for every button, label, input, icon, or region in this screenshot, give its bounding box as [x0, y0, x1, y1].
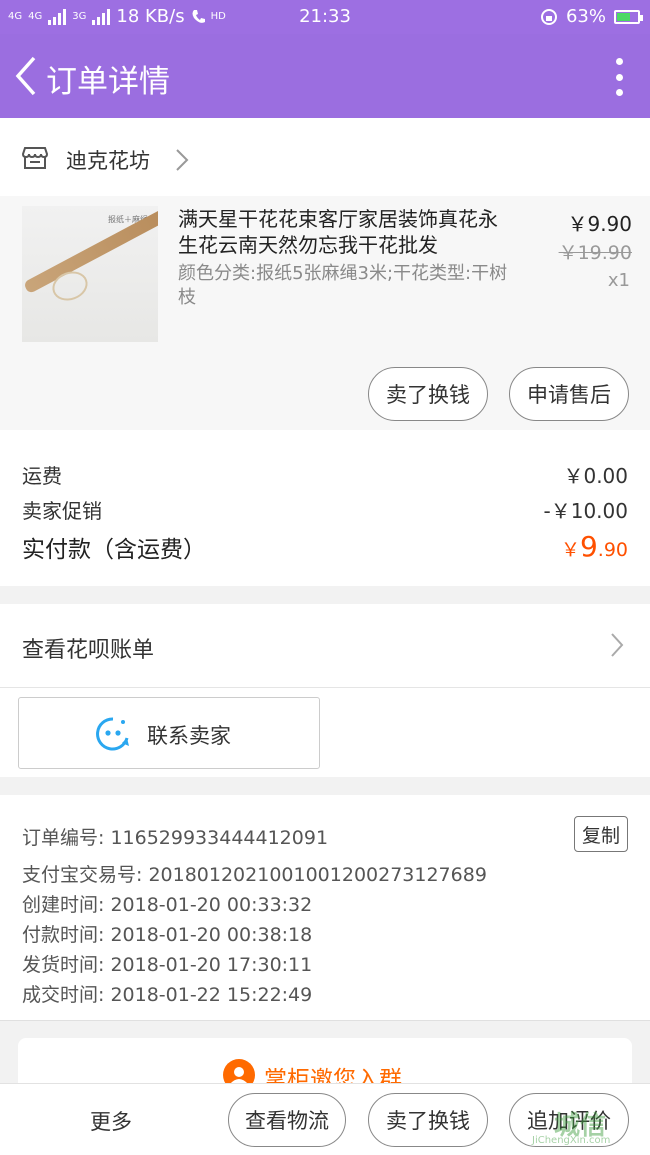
after-sale-button[interactable]: 申请售后	[509, 367, 629, 421]
battery-fill	[617, 12, 630, 21]
paid-label: 实付款（含运费）	[22, 537, 206, 563]
product-image[interactable]: 报纸＋麻绳	[22, 206, 158, 342]
order-number: 订单编号: 116529933444412091	[22, 827, 329, 849]
promo-value: -￥10.00	[543, 499, 628, 523]
order-info: 订单编号: 116529933444412091 复制 支付宝交易号: 2018…	[0, 795, 650, 1021]
promo-label: 卖家促销	[22, 499, 102, 523]
shop-name: 迪克花坊	[66, 149, 150, 173]
page-title: 订单详情	[46, 64, 170, 100]
more-menu-icon[interactable]	[614, 58, 624, 96]
view-logistics-button[interactable]: 查看物流	[228, 1093, 346, 1147]
more-button[interactable]: 更多	[90, 1106, 132, 1136]
alipay-trade-number: 支付宝交易号: 2018012021001001200273127689	[22, 864, 487, 886]
header: 订单详情	[0, 34, 650, 118]
order-item: 报纸＋麻绳 满天星干花花束客厅家居装饰真花永生花云南天然勿忘我干花批发 颜色分类…	[0, 196, 650, 430]
original-price: ￥19.90	[558, 242, 632, 264]
rotation-lock-icon	[540, 8, 557, 25]
battery-percent: 63%	[565, 6, 606, 27]
paid-time: 付款时间: 2018-01-20 00:38:18	[22, 924, 313, 946]
chevron-right-icon	[611, 633, 624, 657]
product-price: ￥9.90	[567, 212, 632, 236]
site-watermark: 城信 JiChengXin.com	[528, 1103, 646, 1149]
huabei-bill-row[interactable]: 查看花呗账单	[0, 604, 650, 688]
contact-seller-label: 联系卖家	[147, 724, 231, 748]
sell-button[interactable]: 卖了换钱	[368, 367, 488, 421]
completed-time: 成交时间: 2018-01-22 15:22:49	[22, 984, 313, 1006]
watermark-url: JiChengXin.com	[532, 1135, 611, 1146]
shipped-time: 发货时间: 2018-01-20 17:30:11	[22, 954, 313, 976]
chevron-right-icon	[176, 149, 189, 171]
status-right: 63%	[540, 6, 643, 27]
chat-face-icon	[96, 717, 129, 751]
paid-amount: ￥9.90	[561, 530, 628, 564]
paid-row: 实付款（含运费） ￥9.90	[22, 530, 628, 564]
huabei-bill-label: 查看花呗账单	[22, 638, 155, 663]
paid-integer: 9	[579, 530, 598, 563]
product-sku: 颜色分类:报纸5张麻绳3米;干花类型:干树枝	[178, 263, 508, 308]
product-quantity: x1	[607, 270, 630, 291]
product-title[interactable]: 满天星干花花束客厅家居装饰真花永生花云南天然勿忘我干花批发	[178, 206, 508, 258]
shipping-label: 运费	[22, 464, 62, 488]
product-image-stick	[22, 207, 158, 295]
battery-icon	[614, 9, 643, 24]
shipping-row: 运费 ￥0.00	[22, 460, 628, 489]
promo-row: 卖家促销 -￥10.00	[22, 495, 628, 524]
contact-section: 联系卖家	[0, 688, 650, 777]
back-arrow-icon[interactable]	[10, 52, 42, 100]
store-icon	[22, 147, 48, 169]
copy-button[interactable]: 复制	[574, 816, 628, 852]
bottom-sell-button[interactable]: 卖了换钱	[368, 1093, 488, 1147]
shipping-value: ￥0.00	[563, 464, 628, 488]
created-time: 创建时间: 2018-01-20 00:33:32	[22, 894, 313, 916]
paid-decimal: .90	[597, 539, 628, 561]
shop-row[interactable]: 迪克花坊	[0, 118, 650, 196]
fee-summary: 运费 ￥0.00 卖家促销 -￥10.00 实付款（含运费） ￥9.90	[0, 430, 650, 586]
contact-seller-button[interactable]: 联系卖家	[18, 697, 320, 769]
status-bar: 4G 4G 3G 18 KB/s HD 21:33 63%	[0, 0, 650, 34]
paid-currency: ￥	[560, 539, 580, 561]
